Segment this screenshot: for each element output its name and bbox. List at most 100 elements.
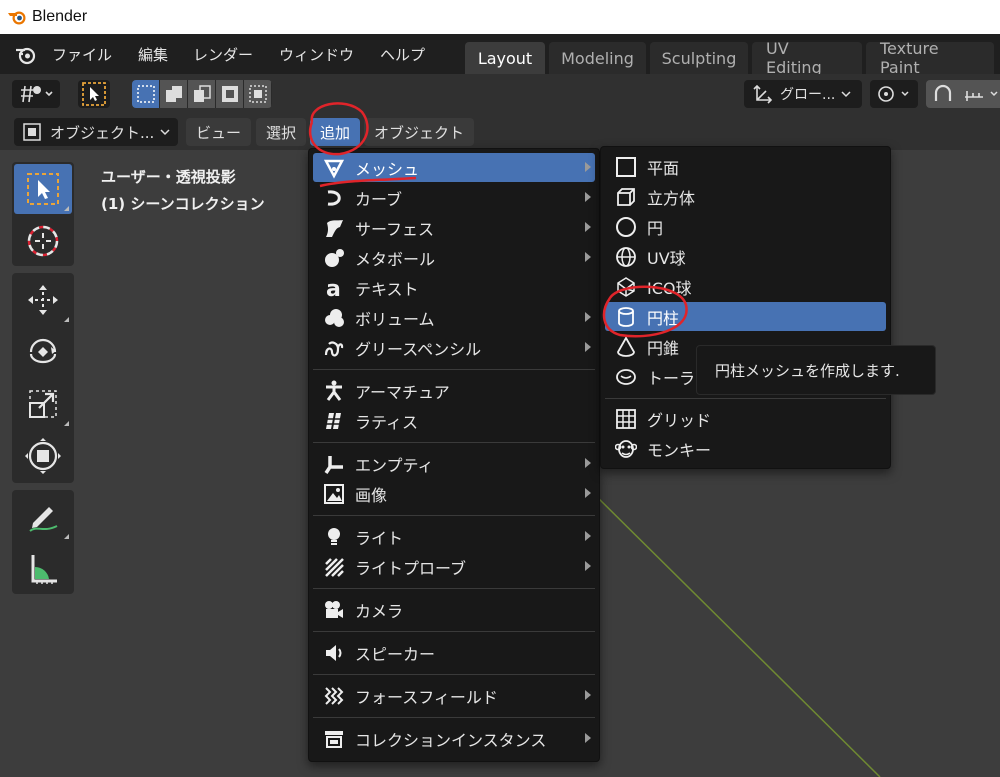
add-menu-item-camera[interactable]: カメラ	[313, 595, 595, 624]
mesh-item-cube[interactable]: 立方体	[605, 182, 886, 211]
cursor-icon	[27, 225, 59, 257]
add-menu-item-surface[interactable]: サーフェス	[313, 213, 595, 242]
add-menu-item-grease-pencil[interactable]: グリースペンシル	[313, 333, 595, 362]
tool-annotate[interactable]	[14, 492, 72, 542]
add-menu-item-curve[interactable]: カーブ	[313, 183, 595, 212]
add-menu-item-empty[interactable]: エンプティ	[313, 449, 595, 478]
mesh-item-grid[interactable]: グリッド	[605, 404, 886, 433]
add-menu-item-mesh[interactable]: メッシュ	[313, 153, 595, 182]
menu-object[interactable]: オブジェクト	[364, 118, 475, 146]
select-mode-button[interactable]	[78, 80, 110, 108]
mesh-item-ico-sphere[interactable]: ICO球	[605, 272, 886, 301]
mesh-item-label: モンキー	[647, 440, 712, 460]
tool-move[interactable]	[14, 275, 72, 325]
menu-render[interactable]: レンダー	[193, 44, 253, 65]
select-invert-icon[interactable]	[216, 80, 244, 108]
add-menu-label: サーフェス	[355, 219, 435, 239]
menu-separator	[313, 442, 595, 443]
submenu-arrow-icon	[585, 252, 591, 262]
mode-dropdown[interactable]: オブジェクト...	[14, 118, 178, 146]
menu-edit[interactable]: 編集	[138, 44, 168, 65]
mesh-item-uv-sphere[interactable]: UV球	[605, 242, 886, 271]
mesh-item-cylinder[interactable]: 円柱	[605, 302, 886, 331]
toolbar-transform-group	[12, 273, 74, 483]
annotate-pencil-icon	[29, 507, 58, 532]
blender-menu-icon[interactable]	[14, 44, 36, 66]
orientation-gizmo-icon	[753, 84, 773, 104]
camera-icon	[321, 598, 347, 622]
tab-uv-editing[interactable]: UV Editing	[752, 39, 862, 77]
collection-instance-icon	[321, 727, 347, 751]
add-menu-item-lattice[interactable]: ラティス	[313, 406, 595, 435]
add-menu-label: テキスト	[355, 279, 419, 299]
tooltip: 円柱メッシュを作成します.	[696, 345, 936, 395]
tab-modeling[interactable]: Modeling	[549, 42, 646, 74]
add-menu-item-image[interactable]: 画像	[313, 479, 595, 508]
menu-window[interactable]: ウィンドウ	[279, 44, 354, 65]
armature-icon	[321, 379, 347, 403]
mesh-item-plane[interactable]: 平面	[605, 152, 886, 181]
add-menu-item-armature[interactable]: アーマチュア	[313, 376, 595, 405]
submenu-arrow-icon	[585, 531, 591, 541]
add-menu-item-text[interactable]: a テキスト	[313, 273, 595, 302]
chevron-down-icon	[160, 129, 170, 136]
uv-sphere-icon	[613, 245, 639, 269]
select-subtract-icon[interactable]	[188, 80, 216, 108]
monkey-icon	[613, 437, 639, 461]
menu-view[interactable]: ビュー	[186, 118, 252, 146]
menu-file[interactable]: ファイル	[52, 44, 112, 65]
menu-separator	[313, 717, 595, 718]
tool-scale[interactable]	[14, 379, 72, 429]
add-menu-item-collection-instance[interactable]: コレクションインスタンス	[313, 724, 595, 753]
rotate-icon	[29, 338, 57, 364]
tab-texture-paint[interactable]: Texture Paint	[866, 39, 994, 77]
menu-select[interactable]: 選択	[256, 118, 307, 146]
light-icon	[321, 525, 347, 549]
add-menu-item-force-field[interactable]: フォースフィールド	[313, 681, 595, 710]
tool-measure[interactable]	[14, 544, 72, 594]
tool-select-box[interactable]	[14, 164, 72, 214]
viewport-header-tools: グロー...	[0, 74, 1000, 114]
editor-type-button[interactable]	[12, 80, 60, 108]
add-menu-label: アーマチュア	[355, 382, 450, 402]
menu-help[interactable]: ヘルプ	[380, 44, 425, 65]
add-menu-item-volume[interactable]: ボリューム	[313, 303, 595, 332]
tab-layout[interactable]: Layout	[465, 42, 545, 74]
menu-separator	[313, 588, 595, 589]
tool-transform[interactable]	[14, 431, 72, 481]
add-menu-item-metaball[interactable]: メタボール	[313, 243, 595, 272]
snap-controls[interactable]	[926, 80, 1000, 108]
add-menu-label: ラティス	[355, 412, 419, 432]
pivot-point-dropdown[interactable]	[870, 80, 918, 108]
transform-icon	[25, 438, 61, 474]
add-menu-item-speaker[interactable]: スピーカー	[313, 638, 595, 667]
add-menu-item-light-probe[interactable]: ライトプローブ	[313, 552, 595, 581]
snap-icon	[934, 84, 998, 101]
surface-icon	[321, 216, 347, 240]
select-extend-icon[interactable]	[160, 80, 188, 108]
menu-add[interactable]: 追加	[310, 118, 361, 146]
mesh-item-label: 平面	[647, 158, 680, 178]
tooltip-text: 円柱メッシュを作成します.	[715, 361, 900, 380]
menu-separator	[313, 369, 595, 370]
transform-orientation-dropdown[interactable]: グロー...	[744, 80, 862, 108]
force-field-icon	[321, 684, 347, 708]
submenu-arrow-icon	[585, 488, 591, 498]
select-intersect-icon[interactable]	[244, 80, 272, 108]
submenu-arrow-icon	[585, 312, 591, 322]
submenu-arrow-icon	[585, 561, 591, 571]
add-menu-label: メタボール	[355, 249, 436, 269]
tab-sculpting[interactable]: Sculpting	[650, 42, 748, 74]
selection-mode-group	[132, 80, 272, 108]
add-menu-label: カメラ	[355, 601, 404, 621]
tool-rotate[interactable]	[14, 327, 72, 377]
add-menu-item-light[interactable]: ライト	[313, 522, 595, 551]
select-new-icon[interactable]	[132, 80, 160, 108]
3d-viewport-icon	[21, 85, 53, 103]
add-menu-label: エンプティ	[355, 455, 434, 475]
submenu-arrow-icon	[585, 222, 591, 232]
mesh-item-circle[interactable]: 円	[605, 212, 886, 241]
mesh-item-monkey[interactable]: モンキー	[605, 434, 886, 463]
view-name-label: ユーザー・透視投影	[101, 168, 236, 186]
tool-cursor[interactable]	[14, 216, 72, 266]
